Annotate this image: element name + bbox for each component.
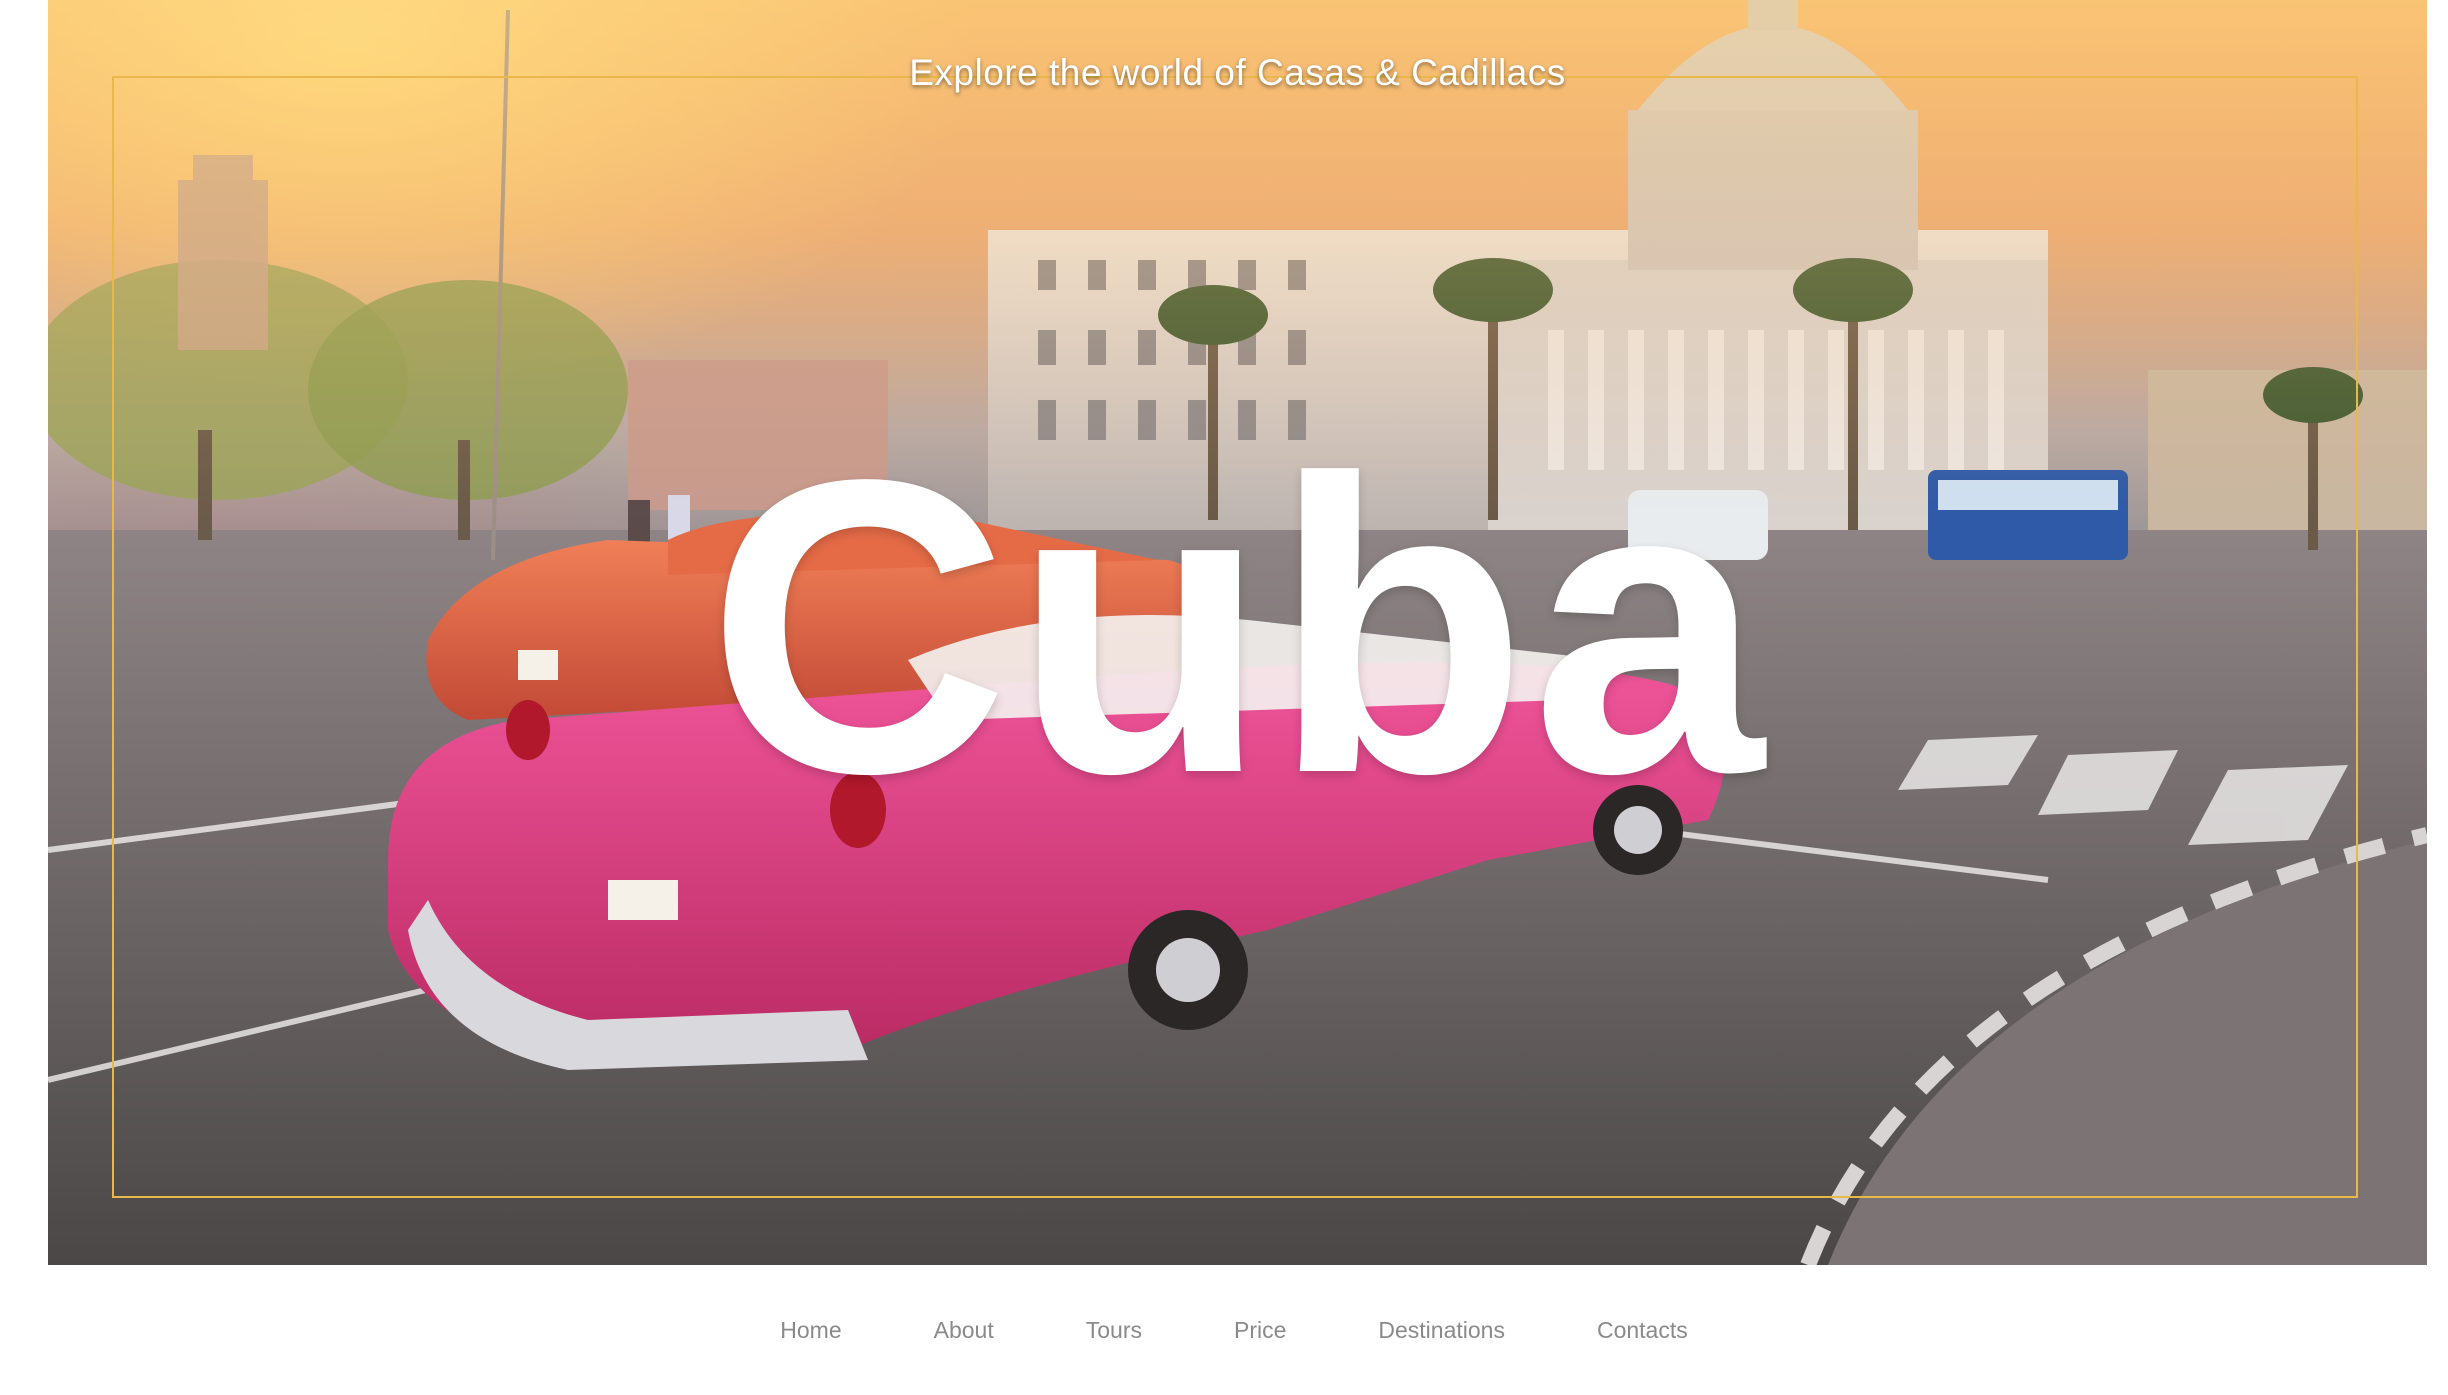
nav-item-tours[interactable]: Tours	[1086, 1317, 1142, 1344]
main-navigation: Home About Tours Price Destinations Cont…	[0, 1300, 2448, 1360]
nav-item-home[interactable]: Home	[780, 1317, 841, 1344]
nav-item-destinations[interactable]: Destinations	[1378, 1317, 1505, 1344]
nav-item-about[interactable]: About	[934, 1317, 994, 1344]
hero-banner: Explore the world of Casas & Cadillacs C…	[48, 0, 2427, 1265]
nav-item-contacts[interactable]: Contacts	[1597, 1317, 1688, 1344]
nav-item-price[interactable]: Price	[1234, 1317, 1286, 1344]
hero-tagline: Explore the world of Casas & Cadillacs	[909, 52, 1566, 93]
hero-headline: Cuba	[707, 393, 1768, 860]
